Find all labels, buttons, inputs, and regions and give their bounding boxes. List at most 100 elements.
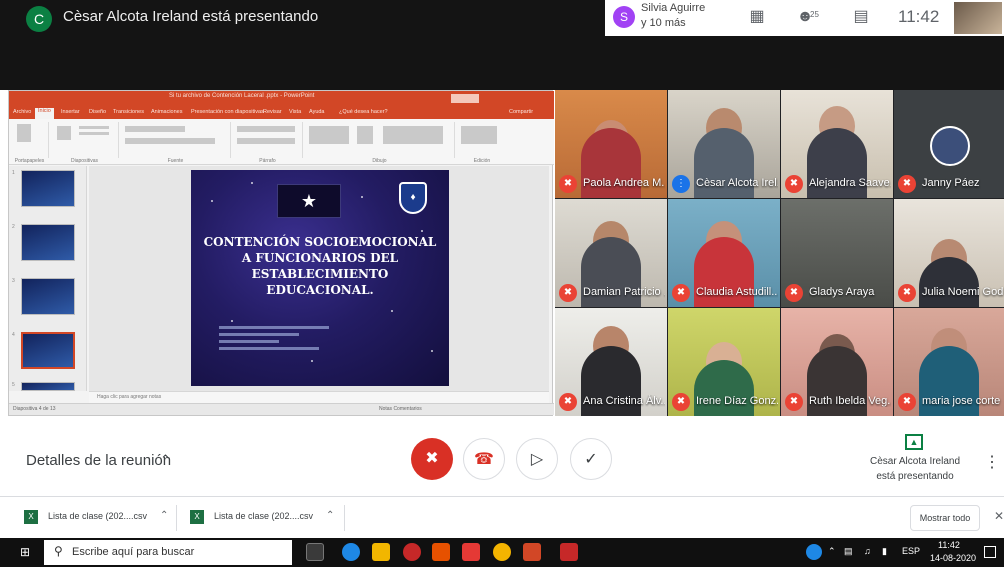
participant-tile[interactable]: ✖ Ruth Ibelda Veg...: [781, 308, 893, 416]
astronaut-image: ★: [277, 184, 341, 218]
app-icon[interactable]: [432, 543, 450, 561]
notification-icon[interactable]: [984, 546, 996, 558]
participant-tile[interactable]: ✖ Alejandra Saave...: [781, 90, 893, 198]
chevron-up-icon[interactable]: ⌃: [160, 510, 168, 521]
participant-tile[interactable]: ✖ Janny Páez: [894, 90, 1004, 198]
meet-window: C Cèsar Alcota Ireland está presentando …: [0, 0, 1004, 567]
taskbar-time[interactable]: 11:42: [938, 540, 960, 550]
slide-thumbnail[interactable]: [21, 278, 75, 315]
layout-option[interactable]: [79, 126, 109, 129]
download-item[interactable]: X Lista de clase (202....csv ⌃: [190, 509, 340, 529]
chevron-up-icon[interactable]: ⌃: [160, 452, 171, 468]
mic-muted-icon: ✖: [785, 175, 803, 193]
ppt-tab-transiciones[interactable]: Transiciones: [113, 109, 144, 115]
more-options-icon[interactable]: ⋮: [984, 452, 1000, 472]
self-view-thumbnail[interactable]: [954, 2, 1002, 34]
ppt-tab-insertar[interactable]: Insertar: [61, 109, 80, 115]
office-icon[interactable]: [462, 543, 480, 561]
chrome-tray-icon[interactable]: [806, 544, 822, 560]
ppt-tab-vista[interactable]: Vista: [289, 109, 301, 115]
list-buttons[interactable]: [237, 126, 295, 132]
current-slide[interactable]: ★ ♦ CONTENCIÓN SOCIOEMOCIONAL A FUNCIONA…: [191, 170, 449, 386]
align-buttons[interactable]: [237, 138, 295, 144]
slide-thumbnail-selected[interactable]: [21, 332, 75, 369]
school-crest-logo: ♦: [399, 182, 427, 214]
download-item[interactable]: X Lista de clase (202....csv ⌃: [24, 509, 174, 529]
ppt-tab-ayuda[interactable]: Ayuda: [309, 109, 325, 115]
slide-thumbnail[interactable]: [21, 224, 75, 261]
people-count: 25: [810, 10, 819, 19]
chevron-up-icon[interactable]: ⌃: [326, 510, 334, 521]
paste-icon[interactable]: [17, 124, 31, 142]
close-icon[interactable]: ✕: [994, 509, 1004, 523]
participant-tile[interactable]: ✖ Gladys Araya: [781, 199, 893, 307]
ppt-share-button[interactable]: Compartir: [509, 109, 533, 115]
leave-call-button[interactable]: ☎: [463, 438, 505, 480]
windows-start-icon[interactable]: ⊞: [20, 546, 33, 559]
ribbon-group-label: Párrafo: [259, 158, 276, 164]
input-language[interactable]: ESP: [902, 546, 920, 556]
ppt-tab-inicio[interactable]: Inicio: [35, 108, 54, 119]
present-screen-icon[interactable]: ▲: [905, 434, 923, 450]
font-family-select[interactable]: [125, 126, 185, 132]
ppt-notes-pane[interactable]: Haga clic para agregar notas: [89, 391, 549, 403]
font-style-buttons[interactable]: [125, 138, 215, 144]
participant-tile[interactable]: ✖ Ana Cristina Álv...: [555, 308, 667, 416]
ribbon-group-label: Diapositivas: [71, 158, 98, 164]
ppt-tab-archivo[interactable]: Archivo: [13, 109, 31, 115]
ribbon-group-editing: Edición: [457, 122, 507, 164]
reset-option[interactable]: [79, 132, 109, 135]
participant-tile[interactable]: ✖ Irene Díaz Gonz...: [668, 308, 780, 416]
ppt-tell-me[interactable]: ¿Qué desea hacer?: [339, 109, 388, 115]
presenting-status: está presentando: [876, 471, 954, 482]
slide-thumbnail[interactable]: [21, 170, 75, 207]
participant-tile[interactable]: ✖ Damian Patricio ...: [555, 199, 667, 307]
camera-toggle-button[interactable]: ▷: [516, 438, 558, 480]
people-icon[interactable]: ☻ 25: [794, 6, 819, 28]
participant-tile[interactable]: ✖ Paola Andrea M...: [555, 90, 667, 198]
app-icon[interactable]: [403, 543, 421, 561]
participant-tile[interactable]: ⋮ Cèsar Alcota Irel...: [668, 90, 780, 198]
arrange-icon[interactable]: [357, 126, 373, 144]
volume-icon[interactable]: ♫: [864, 546, 871, 556]
app-icon[interactable]: [560, 543, 578, 561]
taskbar-date[interactable]: 14-08-2020: [930, 553, 976, 563]
ppt-tab-presentacion[interactable]: Presentación con diapositivas: [191, 109, 264, 115]
participant-name: Claudia Astudill...: [696, 286, 778, 298]
mic-muted-icon: ✖: [559, 284, 577, 302]
participants-summary[interactable]: S Silvia Aguirre y 10 más: [605, 0, 730, 36]
participant-count-text: y 10 más: [641, 17, 686, 29]
ppt-tab-diseno[interactable]: Diseño: [89, 109, 106, 115]
status-view-buttons[interactable]: Notas Comentarios: [379, 406, 422, 412]
shape-styles[interactable]: [383, 126, 443, 144]
participant-tile[interactable]: ✖ maria jose corte: [894, 308, 1004, 416]
tray-chevron-icon[interactable]: ⌃: [828, 546, 836, 557]
slide-title: CONTENCIÓN SOCIOEMOCIONAL A FUNCIONARIOS…: [203, 235, 437, 297]
taskbar-search-box[interactable]: ⚲ Escribe aquí para buscar: [44, 540, 292, 565]
participant-tile[interactable]: ✖ Claudia Astudill...: [668, 199, 780, 307]
participant-name: maria jose corte: [922, 395, 1001, 407]
meeting-info-icon[interactable]: ▦: [746, 6, 768, 28]
meeting-details-button[interactable]: Detalles de la reunión: [26, 452, 171, 469]
mic-muted-icon: ✖: [898, 284, 916, 302]
find-replace-icon[interactable]: [461, 126, 497, 144]
shapes-gallery[interactable]: [309, 126, 349, 144]
edge-browser-icon[interactable]: [342, 543, 360, 561]
file-explorer-icon[interactable]: [372, 543, 390, 561]
chrome-icon[interactable]: [493, 543, 511, 561]
chat-icon[interactable]: ▤: [850, 6, 872, 28]
participant-tile[interactable]: ✖ Julia Noemi God: [894, 199, 1004, 307]
powerpoint-icon[interactable]: [523, 543, 541, 561]
network-icon[interactable]: ▤: [844, 546, 853, 557]
ppt-tab-animaciones[interactable]: Animaciones: [151, 109, 183, 115]
task-view-icon[interactable]: [306, 543, 324, 561]
battery-icon[interactable]: ▮: [882, 546, 887, 557]
captions-button[interactable]: ✓: [570, 438, 612, 480]
ppt-signin-button[interactable]: [451, 94, 479, 103]
show-all-downloads-button[interactable]: Mostrar todo: [910, 505, 980, 531]
ppt-ribbon: Portapapeles Diapositivas Fuente Párrafo: [9, 119, 554, 165]
mic-off-button[interactable]: ✖: [411, 438, 453, 480]
new-slide-icon[interactable]: [57, 126, 71, 140]
ppt-tab-revisar[interactable]: Revisar: [263, 109, 282, 115]
slide-thumbnail[interactable]: [21, 382, 75, 391]
